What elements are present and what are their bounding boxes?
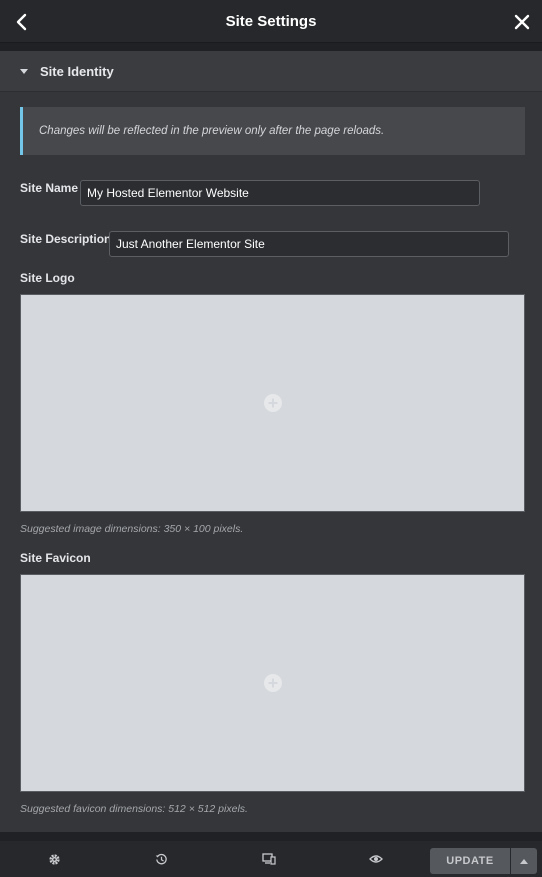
site-description-label: Site Description: [20, 232, 112, 246]
close-icon: [514, 14, 530, 29]
add-icon: [263, 394, 282, 412]
section-title: Site Identity: [40, 63, 114, 79]
update-button[interactable]: UPDATE: [430, 848, 510, 874]
site-favicon-label: Site Favicon: [20, 551, 91, 565]
site-logo-upload[interactable]: [20, 294, 525, 512]
site-favicon-upload[interactable]: [20, 574, 525, 792]
site-name-label: Site Name: [20, 181, 79, 195]
add-icon: [263, 674, 282, 692]
logo-hint: Suggested image dimensions: 350 × 100 pi…: [20, 523, 244, 535]
back-button[interactable]: [2, 0, 42, 43]
settings-button[interactable]: [39, 841, 69, 877]
responsive-mode-button[interactable]: [254, 841, 284, 877]
panel-title: Site Settings: [225, 12, 317, 30]
chevron-left-icon: [16, 13, 27, 30]
preview-button[interactable]: [361, 841, 391, 877]
update-options-button[interactable]: [511, 848, 537, 874]
footer-bar: UPDATE: [0, 841, 542, 877]
panel-header: Site Settings: [0, 0, 542, 43]
section-toggle-site-identity[interactable]: Site Identity: [0, 51, 542, 92]
notice-text: Changes will be reflected in the preview…: [39, 125, 385, 137]
favicon-hint: Suggested favicon dimensions: 512 × 512 …: [20, 803, 248, 815]
responsive-icon: [262, 853, 276, 865]
preview-icon: [369, 855, 383, 863]
close-button[interactable]: [502, 0, 542, 43]
history-button[interactable]: [146, 841, 176, 877]
site-logo-label: Site Logo: [20, 271, 75, 285]
history-icon: [155, 853, 167, 864]
caret-down-icon: [20, 68, 28, 74]
info-notice: Changes will be reflected in the preview…: [20, 107, 525, 155]
caret-up-icon: [520, 858, 528, 864]
site-description-input[interactable]: [109, 231, 509, 257]
site-name-input[interactable]: [80, 180, 480, 206]
settings-icon: [48, 853, 60, 865]
